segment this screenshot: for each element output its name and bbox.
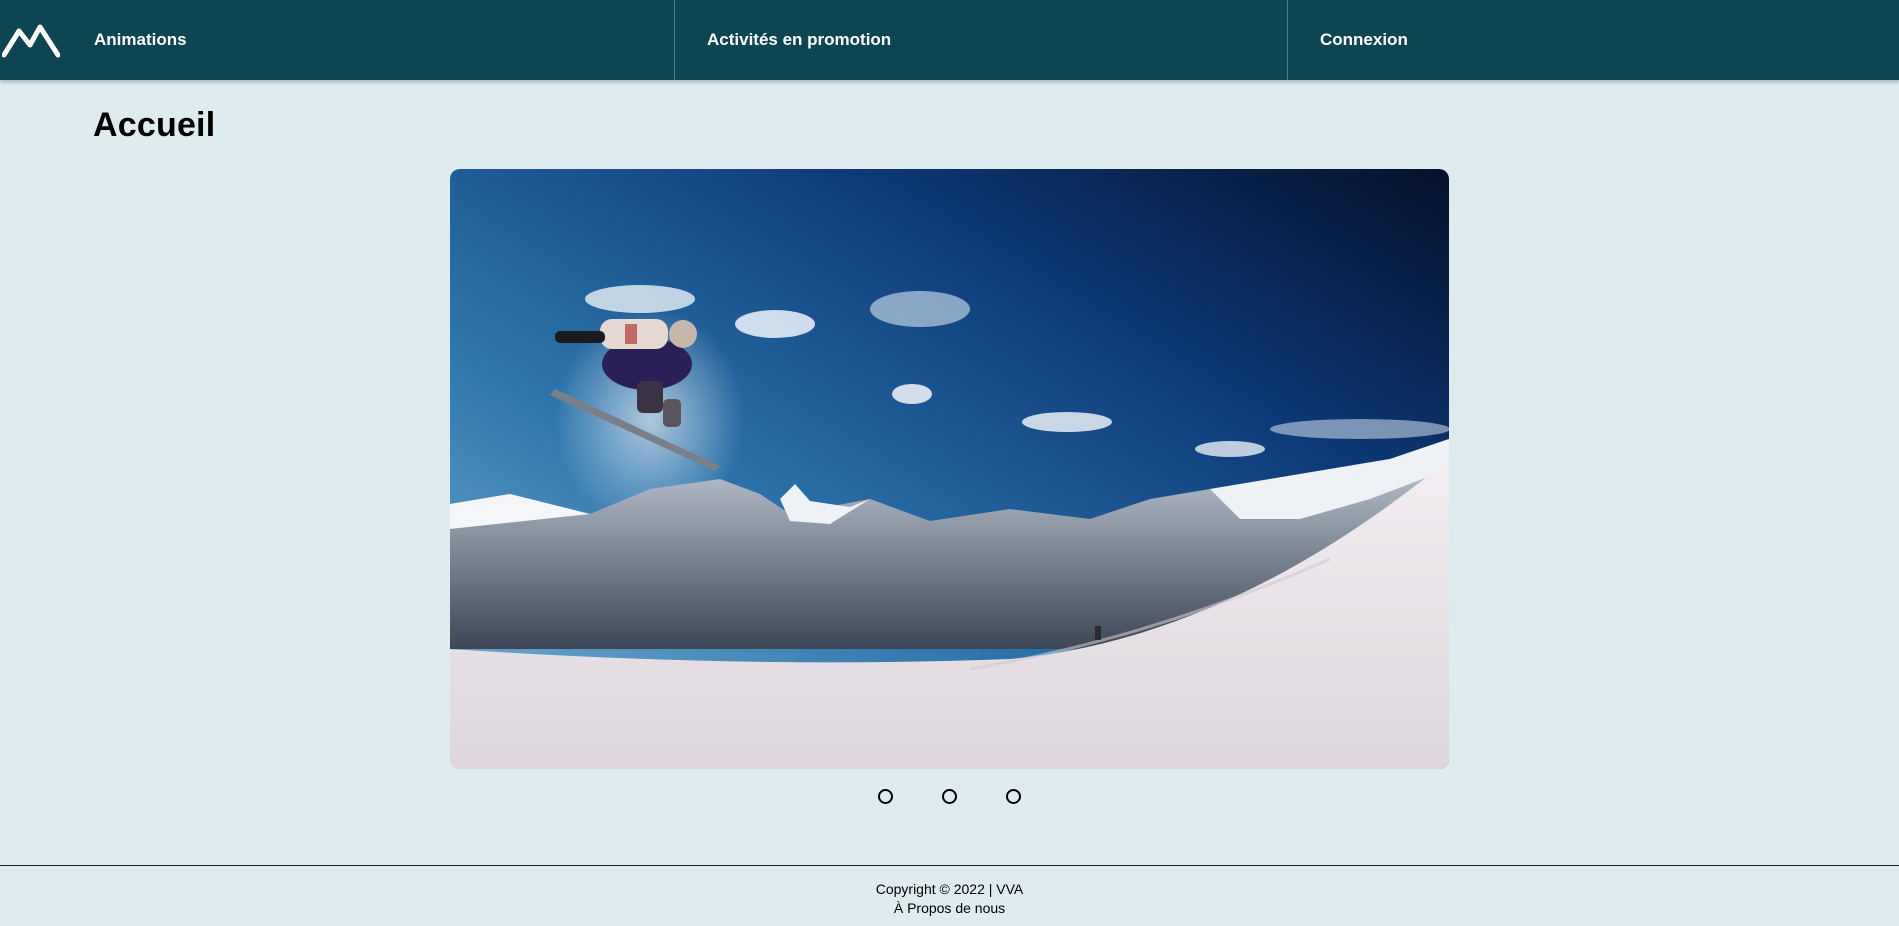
page-title: Accueil [93,106,216,144]
footer-copyright: Copyright © 2022 | VVA [875,881,1024,897]
footer-divider [0,865,1899,866]
top-navbar: Animations Activités en promotion Connex… [0,0,1899,80]
carousel-dot-1[interactable] [878,789,893,804]
about-us-link[interactable]: À Propos de nous [894,900,1005,916]
nav-divider [1287,0,1288,80]
nav-item-login[interactable]: Connexion [1320,0,1408,80]
mountain-logo-icon[interactable] [2,22,60,58]
carousel-dot-3[interactable] [1006,789,1021,804]
nav-item-animations[interactable]: Animations [94,0,187,80]
image-carousel [450,169,1449,769]
nav-item-promotions[interactable]: Activités en promotion [707,0,891,80]
carousel-slide-image [450,169,1449,769]
page-footer: Copyright © 2022 | VVA À Propos de nous [0,880,1899,918]
carousel-dot-2[interactable] [942,789,957,804]
nav-divider [674,0,675,80]
carousel-indicators [0,789,1899,805]
